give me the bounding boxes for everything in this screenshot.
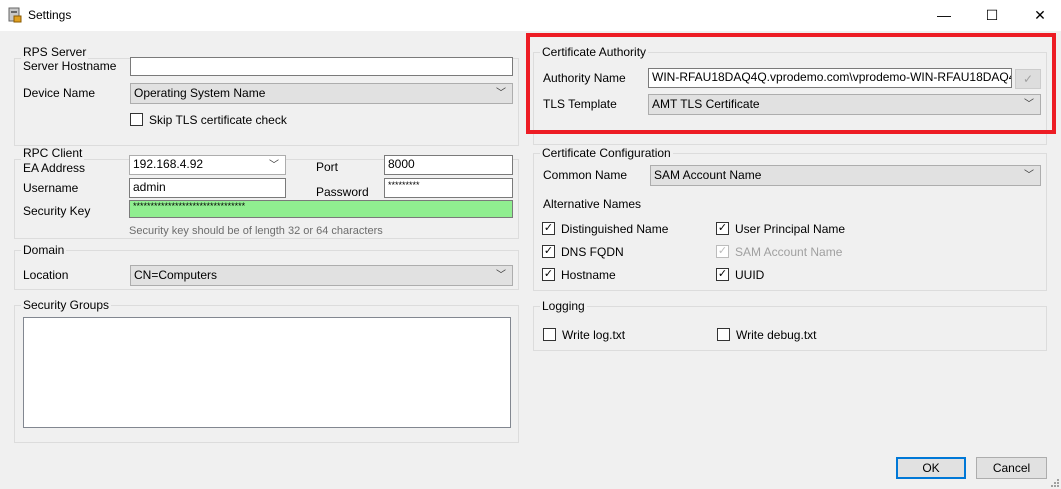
- minimize-button[interactable]: —: [921, 0, 967, 30]
- rpc-client-legend: RPC Client: [21, 146, 85, 160]
- dns-fqdn-checkbox[interactable]: ✓: [542, 245, 555, 258]
- maximize-button[interactable]: ☐: [969, 0, 1015, 30]
- location-value: CN=Computers: [134, 268, 218, 282]
- chevron-down-icon[interactable]: ﹀: [269, 158, 279, 173]
- logging-legend: Logging: [540, 299, 587, 313]
- write-debug-label: Write debug.txt: [736, 328, 817, 342]
- location-label: Location: [23, 268, 69, 282]
- window-title: Settings: [28, 8, 72, 22]
- hostname-label: Hostname: [561, 268, 616, 282]
- user-principal-name-checkbox[interactable]: ✓: [716, 222, 729, 235]
- close-button[interactable]: ✕: [1017, 0, 1061, 30]
- distinguished-name-checkbox[interactable]: ✓: [542, 222, 555, 235]
- certificate-configuration-legend: Certificate Configuration: [540, 146, 673, 160]
- rps-server-legend: RPS Server: [21, 45, 89, 59]
- port-label: Port: [316, 160, 339, 174]
- uuid-label: UUID: [735, 268, 765, 282]
- ea-address-combo[interactable]: 192.168.4.92 ﹀: [129, 155, 286, 175]
- user-principal-name-label: User Principal Name: [735, 222, 846, 236]
- skip-tls-checkbox[interactable]: [130, 113, 143, 126]
- password-label: Password: [316, 185, 369, 199]
- skip-tls-label: Skip TLS certificate check: [149, 113, 287, 127]
- common-name-value: SAM Account Name: [654, 168, 762, 182]
- security-key-label: Security Key: [23, 204, 91, 218]
- chevron-down-icon: ﹀: [1024, 170, 1034, 181]
- device-name-select[interactable]: Operating System Name ﹀: [130, 83, 513, 104]
- location-select[interactable]: CN=Computers ﹀: [130, 265, 513, 286]
- sam-account-name-label: SAM Account Name: [735, 245, 843, 259]
- common-name-select[interactable]: SAM Account Name ﹀: [650, 165, 1041, 186]
- security-groups-legend: Security Groups: [21, 298, 112, 312]
- ok-button[interactable]: OK: [896, 457, 966, 479]
- title-bar: Settings — ☐ ✕: [0, 0, 1061, 31]
- security-groups-list[interactable]: [23, 317, 511, 428]
- ea-address-value: 192.168.4.92: [133, 157, 204, 171]
- size-grip-icon[interactable]: [1049, 477, 1060, 488]
- write-log-checkbox[interactable]: [543, 328, 556, 341]
- hostname-checkbox[interactable]: ✓: [542, 268, 555, 281]
- settings-app-icon: [8, 7, 22, 23]
- port-input[interactable]: 8000: [384, 155, 513, 175]
- device-name-label: Device Name: [23, 86, 96, 100]
- uuid-checkbox[interactable]: ✓: [716, 268, 729, 281]
- alternative-names-label: Alternative Names: [543, 197, 642, 211]
- sam-account-name-checkbox: ✓: [716, 245, 729, 258]
- password-input[interactable]: *********: [384, 178, 513, 198]
- security-key-input[interactable]: ********************************: [129, 200, 513, 218]
- server-hostname-input[interactable]: [130, 57, 513, 76]
- common-name-label: Common Name: [543, 168, 628, 182]
- write-debug-checkbox[interactable]: [717, 328, 730, 341]
- device-name-value: Operating System Name: [134, 86, 266, 100]
- highlight-box: [526, 33, 1056, 134]
- username-input[interactable]: admin: [129, 178, 286, 198]
- chevron-down-icon: ﹀: [496, 270, 506, 281]
- distinguished-name-label: Distinguished Name: [561, 222, 669, 236]
- cancel-button[interactable]: Cancel: [976, 457, 1047, 479]
- server-hostname-label: Server Hostname: [23, 59, 117, 73]
- ea-address-label: EA Address: [23, 161, 86, 175]
- security-key-hint: Security key should be of length 32 or 6…: [129, 225, 383, 237]
- chevron-down-icon: ﹀: [496, 88, 506, 99]
- domain-legend: Domain: [21, 243, 67, 257]
- username-label: Username: [23, 181, 79, 195]
- write-log-label: Write log.txt: [562, 328, 626, 342]
- dns-fqdn-label: DNS FQDN: [561, 245, 624, 259]
